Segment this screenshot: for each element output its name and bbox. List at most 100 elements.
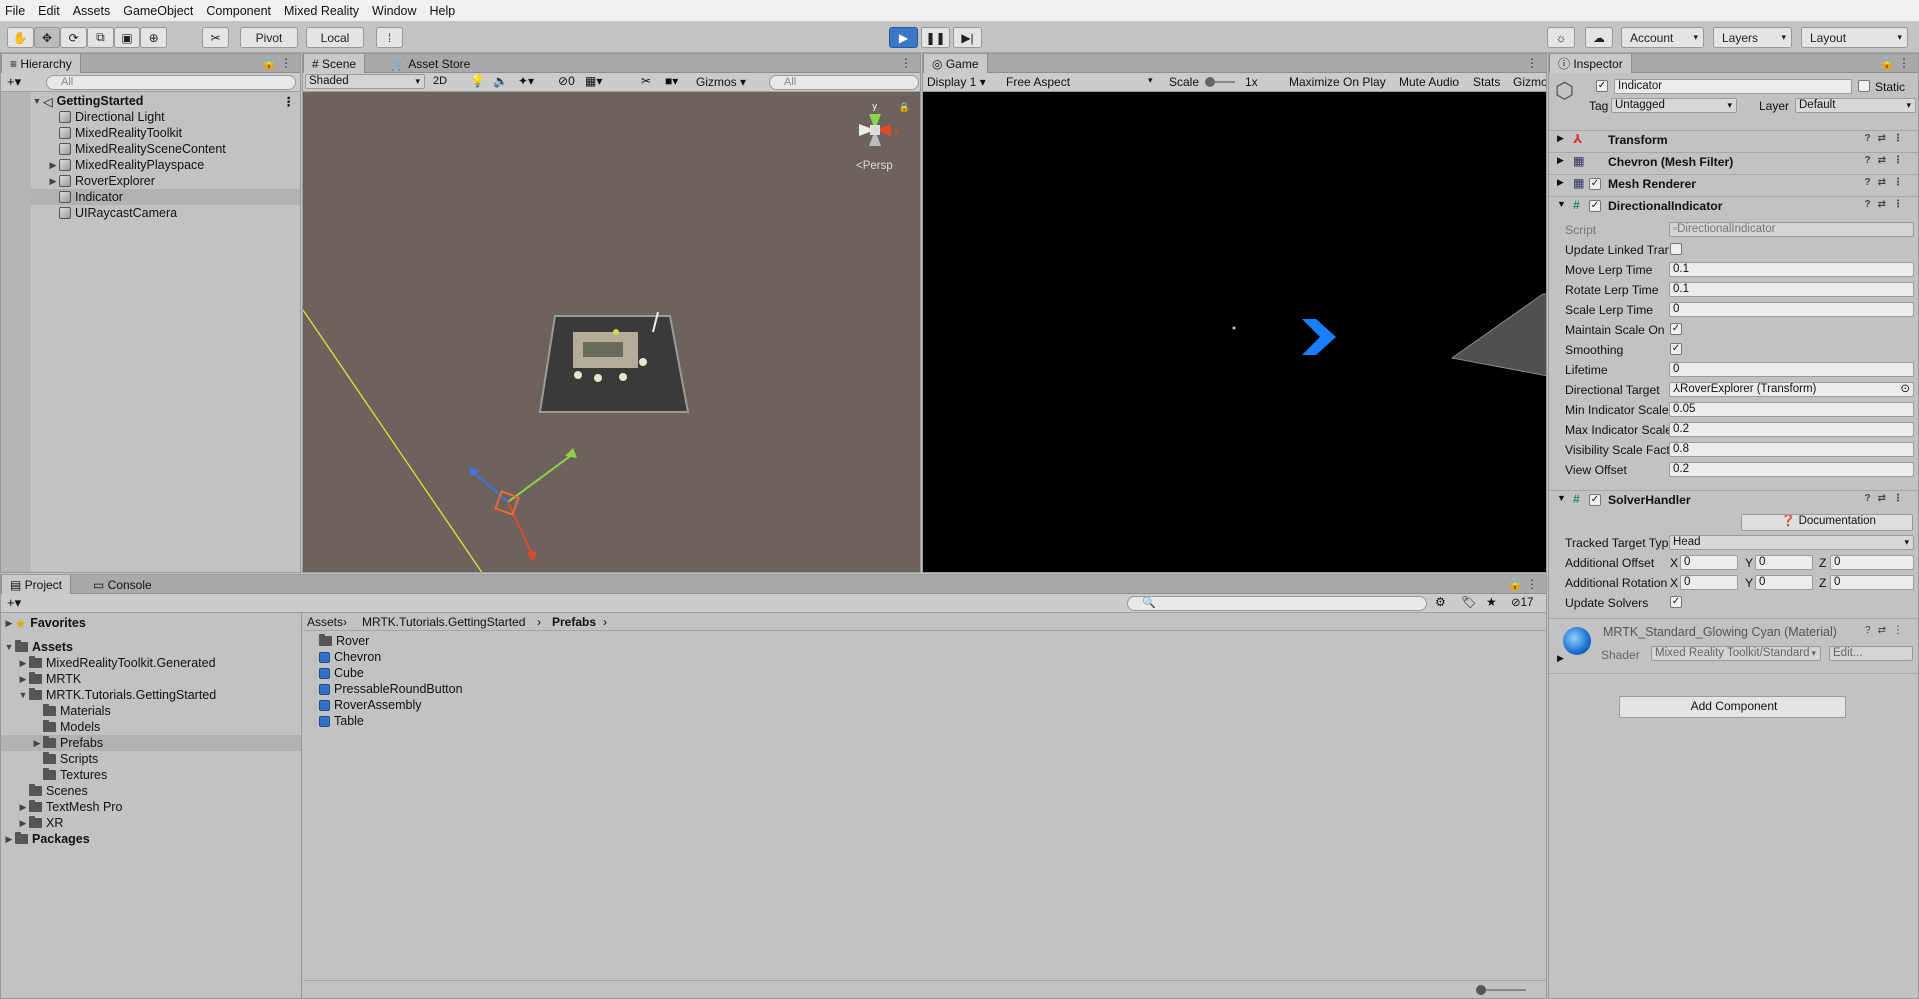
menu-help[interactable]: Help (430, 4, 456, 18)
folder-item[interactable]: ▶ MRTK (17, 671, 81, 687)
view-offset-input[interactable]: 0.2 (1669, 462, 1914, 477)
documentation-button[interactable]: ❓ Documentation (1741, 514, 1913, 531)
scene-root-row[interactable]: ▼ ◁ GettingStarted ⋮ (31, 93, 300, 109)
offset-y-input[interactable]: 0 (1755, 555, 1813, 570)
rect-tool-icon[interactable]: ▣ (113, 27, 141, 48)
shading-mode-dropdown[interactable]: Shaded ▾ (305, 74, 425, 89)
scene-viewport[interactable]: y x <Persp 🔒 (303, 92, 920, 572)
tab-inspector[interactable]: ⓘ Inspector (1549, 54, 1632, 73)
scale-tool-icon[interactable]: ⧉ (87, 27, 114, 48)
static-checkbox[interactable] (1858, 80, 1870, 92)
collapse-triangle-icon[interactable]: ▶ (1557, 155, 1564, 166)
breadcrumb-current[interactable]: Prefabs (552, 615, 596, 629)
update-linked-checkbox[interactable] (1670, 243, 1682, 255)
menu-window[interactable]: Window (372, 4, 416, 18)
create-plus-icon[interactable]: +▾ (7, 74, 21, 90)
asset-item[interactable]: PressableRoundButton (319, 681, 463, 697)
maintain-scale-checkbox[interactable]: ✓ (1670, 323, 1682, 335)
create-plus-icon[interactable]: +▾ (7, 595, 21, 611)
layers-dropdown[interactable]: Layers (1713, 27, 1792, 48)
menu-component[interactable]: Component (206, 4, 271, 18)
maximize-on-play-toggle[interactable]: Maximize On Play (1289, 75, 1386, 89)
expand-triangle-icon[interactable]: ▶ (47, 160, 59, 171)
tracked-type-dropdown[interactable]: Head ▾ (1669, 535, 1914, 550)
object-name-input[interactable]: Indicator (1614, 79, 1852, 94)
grid-snap-icon[interactable]: ⁞ (376, 27, 403, 48)
breadcrumb-folder[interactable]: MRTK.Tutorials.GettingStarted (362, 615, 525, 629)
folder-item[interactable]: Models (31, 719, 100, 735)
scene-menu-icon[interactable]: ⋮ (900, 56, 912, 70)
step-button[interactable]: ▶| (953, 27, 982, 48)
lifetime-input[interactable]: 0 (1669, 362, 1914, 377)
tab-scene[interactable]: # Scene (303, 54, 366, 73)
transform-component-header[interactable]: ▶ ⅄ Transform ?⇄⋮ (1549, 130, 1918, 149)
icon-size-slider[interactable] (1476, 985, 1526, 995)
folder-item[interactable]: Scripts (31, 751, 98, 767)
expand-triangle-icon[interactable]: ▶ (47, 176, 59, 187)
rotate-lerp-input[interactable]: 0.1 (1669, 282, 1914, 297)
favorites-row[interactable]: ▶ ★ Favorites (3, 615, 86, 631)
folder-item[interactable]: ▼ MRTK.Tutorials.GettingStarted (17, 687, 216, 703)
mute-audio-toggle[interactable]: Mute Audio (1399, 75, 1459, 89)
directional-indicator-component-header[interactable]: ▼ # ✓ DirectionalIndicator ?⇄⋮ (1549, 196, 1918, 215)
assets-row[interactable]: ▼ Assets (3, 639, 73, 655)
smoothing-checkbox[interactable]: ✓ (1670, 343, 1682, 355)
offset-z-input[interactable]: 0 (1830, 555, 1914, 570)
inspector-menu-icon[interactable]: 🔒 ⋮ (1880, 56, 1910, 70)
hand-tool-icon[interactable]: ✋ (7, 27, 34, 48)
pause-button[interactable]: ❚❚ (921, 27, 950, 48)
search-by-type-icon[interactable]: ⚙ (1435, 595, 1446, 609)
hierarchy-item[interactable]: MixedRealitySceneContent (47, 141, 226, 157)
folder-item[interactable]: Textures (31, 767, 107, 783)
rotation-z-input[interactable]: 0 (1830, 575, 1914, 590)
transform-tool-icon[interactable]: ⊕ (140, 27, 168, 48)
pivot-toggle[interactable]: Pivot (240, 27, 298, 48)
tab-project[interactable]: ▤ Project (1, 575, 72, 594)
hierarchy-item[interactable]: MixedRealityToolkit (47, 125, 182, 141)
folder-item[interactable]: ▶ MixedRealityToolkit.Generated (17, 655, 216, 671)
mesh-renderer-component-header[interactable]: ▶ ▦ ✓ Mesh Renderer ?⇄⋮ (1549, 174, 1918, 193)
folder-item[interactable]: ▶ TextMesh Pro (17, 799, 122, 815)
scale-slider[interactable] (1205, 77, 1235, 87)
collapse-triangle-icon[interactable]: ▶ (1557, 177, 1564, 188)
max-scale-input[interactable]: 0.2 (1669, 422, 1914, 437)
lighting-icon[interactable]: 💡 (470, 74, 485, 88)
aspect-dropdown[interactable]: Free Aspect ▾ (1006, 75, 1156, 89)
scale-lerp-input[interactable]: 0 (1669, 302, 1914, 317)
hierarchy-item[interactable]: UIRaycastCamera (47, 205, 177, 221)
asset-item[interactable]: Rover (319, 633, 369, 649)
scene-menu-icon[interactable]: ⋮ (283, 94, 296, 109)
move-lerp-input[interactable]: 0.1 (1669, 262, 1914, 277)
folder-item[interactable]: Scenes (17, 783, 88, 799)
folder-item[interactable]: ▶ XR (17, 815, 63, 831)
project-menu-icon[interactable]: 🔒 ⋮ (1508, 577, 1538, 591)
persp-label[interactable]: <Persp (856, 160, 893, 172)
collab-icon[interactable]: ☼ (1547, 27, 1575, 48)
layer-dropdown[interactable]: Default ▾ (1795, 98, 1916, 113)
layout-dropdown[interactable]: Layout (1801, 27, 1908, 48)
scene-search-input[interactable]: All (769, 75, 919, 90)
mesh-renderer-enabled-checkbox[interactable]: ✓ (1589, 178, 1601, 190)
audio-icon[interactable]: 🔈 (493, 74, 508, 88)
hierarchy-item-selected[interactable]: Indicator (31, 189, 300, 205)
hidden-objects-icon[interactable]: ⊘0 (558, 74, 575, 88)
tag-dropdown[interactable]: Untagged ▾ (1611, 98, 1737, 113)
expand-triangle-icon[interactable]: ▼ (1557, 199, 1566, 209)
component-menu-icons[interactable]: ?⇄⋮ (1865, 625, 1910, 636)
gizmo-lock-icon[interactable]: 🔒 (899, 102, 910, 113)
offset-x-input[interactable]: 0 (1680, 555, 1738, 570)
hierarchy-item[interactable]: ▶ MixedRealityPlayspace (47, 157, 205, 173)
menu-assets[interactable]: Assets (73, 4, 111, 18)
directional-target-field[interactable]: ⅄RoverExplorer (Transform) ⊙ (1669, 382, 1914, 397)
favorites-star-icon[interactable]: ★ (1486, 595, 1497, 609)
shader-dropdown[interactable]: Mixed Reality Toolkit/Standard ▾ (1651, 646, 1821, 661)
asset-item[interactable]: Cube (319, 665, 364, 681)
rotation-y-input[interactable]: 0 (1755, 575, 1813, 590)
menu-gameobject[interactable]: GameObject (123, 4, 193, 18)
asset-item[interactable]: RoverAssembly (319, 697, 422, 713)
shader-edit-button[interactable]: Edit... (1829, 646, 1913, 661)
hierarchy-menu-icon[interactable]: 🔒 ⋮ (262, 56, 292, 70)
game-viewport[interactable] (923, 92, 1546, 572)
play-button[interactable]: ▶ (889, 27, 918, 48)
rotate-tool-icon[interactable]: ⟳ (60, 27, 88, 48)
